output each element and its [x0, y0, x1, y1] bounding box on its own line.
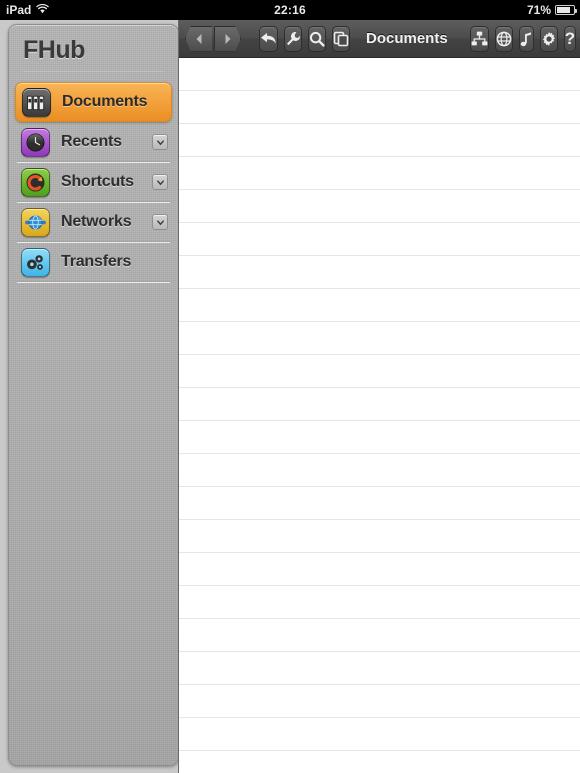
sitemap-icon[interactable]	[469, 25, 489, 52]
file-list-row[interactable]	[179, 388, 580, 421]
file-list-row[interactable]	[179, 553, 580, 586]
file-list-row[interactable]	[179, 619, 580, 652]
file-list-row[interactable]	[179, 421, 580, 454]
magnifier-icon[interactable]	[308, 25, 326, 52]
file-list-row[interactable]	[179, 256, 580, 289]
disclosure-chevron-down-icon[interactable]	[152, 214, 168, 230]
sidebar-item-label: Documents	[62, 93, 148, 110]
disclosure-chevron-down-icon[interactable]	[152, 134, 168, 150]
undo-arrow-icon[interactable]	[259, 25, 278, 52]
file-list-row[interactable]	[179, 91, 580, 124]
sidebar-item-networks[interactable]: Networks	[15, 202, 172, 243]
status-bar-right: 71%	[526, 0, 577, 20]
sidebar-item-label: Shortcuts	[61, 173, 134, 190]
main-panel: Documents ?	[178, 20, 580, 773]
file-list-row[interactable]	[179, 124, 580, 157]
gear-icon[interactable]	[539, 25, 558, 52]
question-mark-icon[interactable]: ?	[563, 25, 577, 52]
battery-percent-label: 71%	[526, 3, 551, 17]
forward-icon[interactable]	[214, 25, 241, 52]
toolbar: Documents ?	[179, 20, 580, 58]
page-title: Documents	[366, 30, 448, 47]
disclosure-chevron-down-icon[interactable]	[152, 174, 168, 190]
wrench-icon[interactable]	[284, 25, 302, 52]
sidebar: FHub Documents Recents Shortcuts Network…	[8, 24, 179, 766]
sidebar-item-shortcuts[interactable]: Shortcuts	[15, 162, 172, 203]
file-list-row[interactable]	[179, 322, 580, 355]
back-icon[interactable]	[185, 25, 212, 52]
sidebar-item-label: Transfers	[61, 253, 132, 270]
sidebar-item-recents[interactable]: Recents	[15, 122, 172, 163]
file-list-row[interactable]	[179, 652, 580, 685]
file-list-row[interactable]	[179, 58, 580, 91]
sidebar-item-label: Recents	[61, 133, 122, 150]
file-list-row[interactable]	[179, 157, 580, 190]
gears-icon	[21, 247, 50, 277]
sidebar-row-divider	[17, 282, 170, 283]
file-list-row[interactable]	[179, 190, 580, 223]
nav-segmented-control	[185, 25, 241, 52]
status-bar: iPad 22:16 71%	[0, 0, 580, 20]
file-list-row[interactable]	[179, 289, 580, 322]
sidebar-item-documents[interactable]: Documents	[15, 82, 172, 122]
music-note-icon[interactable]	[518, 25, 534, 52]
file-list-row[interactable]	[179, 586, 580, 619]
file-list-row[interactable]	[179, 355, 580, 388]
file-list-row[interactable]	[179, 487, 580, 520]
sidebar-item-transfers[interactable]: Transfers	[15, 242, 172, 283]
file-list-row[interactable]	[179, 685, 580, 718]
app-logo: FHub	[23, 35, 85, 64]
documents-icon	[22, 87, 51, 117]
clock-icon	[21, 127, 50, 157]
file-list-row[interactable]	[179, 718, 580, 751]
sidebar-nav: Documents Recents Shortcuts Networks Tra…	[9, 82, 178, 283]
app-root: iPad 22:16 71% FHub Documents Recents Sh…	[0, 0, 580, 773]
file-list-row[interactable]	[179, 520, 580, 553]
help-glyph: ?	[564, 29, 576, 48]
copy-icon[interactable]	[332, 25, 350, 52]
globe-icon[interactable]	[494, 25, 513, 52]
brand-divider	[23, 71, 164, 72]
globe-icon	[21, 207, 50, 237]
shortcut-icon	[21, 167, 50, 197]
file-list[interactable]	[179, 58, 580, 773]
file-list-row[interactable]	[179, 223, 580, 256]
file-list-row[interactable]	[179, 454, 580, 487]
battery-icon	[555, 5, 577, 15]
file-list-row[interactable]	[179, 751, 580, 773]
sidebar-item-label: Networks	[61, 213, 132, 230]
status-bar-clock: 22:16	[274, 3, 306, 17]
